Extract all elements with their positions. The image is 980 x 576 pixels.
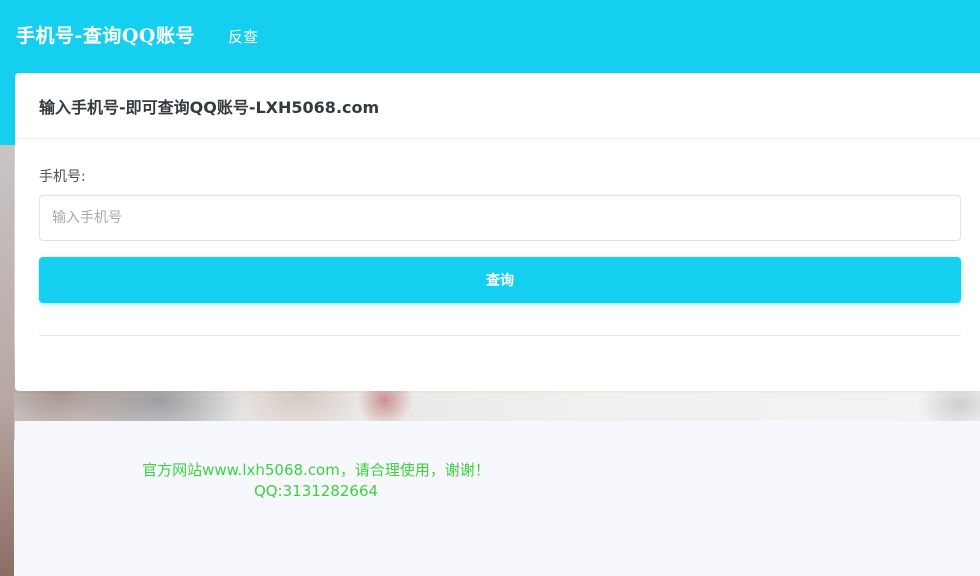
phone-label: 手机号: — [39, 169, 86, 185]
footer-panel: 官方网站www.lxh5068.com，请合理使用，谢谢！ QQ:3131282… — [15, 421, 980, 576]
divider — [39, 335, 961, 336]
site-title: 手机号-查询QQ账号 — [16, 25, 195, 47]
card-body: 手机号: 查询 — [15, 139, 980, 336]
footer-website-line: 官方网站www.lxh5068.com，请合理使用，谢谢！ — [142, 461, 490, 479]
background-edge — [0, 140, 14, 576]
card-title: 输入手机号-即可查询QQ账号-LXH5068.com — [39, 98, 380, 117]
phone-input[interactable] — [39, 195, 961, 241]
footer-qq-line: QQ:3131282664 — [253, 482, 379, 500]
page: 手机号-查询QQ账号 反查 输入手机号-即可查询QQ账号-LXH5068.com… — [0, 0, 980, 576]
card-header: 输入手机号-即可查询QQ账号-LXH5068.com — [15, 73, 980, 139]
query-button[interactable]: 查询 — [39, 257, 961, 303]
footer-text: 官方网站www.lxh5068.com，请合理使用，谢谢！ QQ:3131282… — [15, 460, 617, 502]
reverse-lookup-link[interactable]: 反查 — [228, 26, 258, 47]
query-card: 输入手机号-即可查询QQ账号-LXH5068.com 手机号: 查询 — [15, 73, 980, 391]
